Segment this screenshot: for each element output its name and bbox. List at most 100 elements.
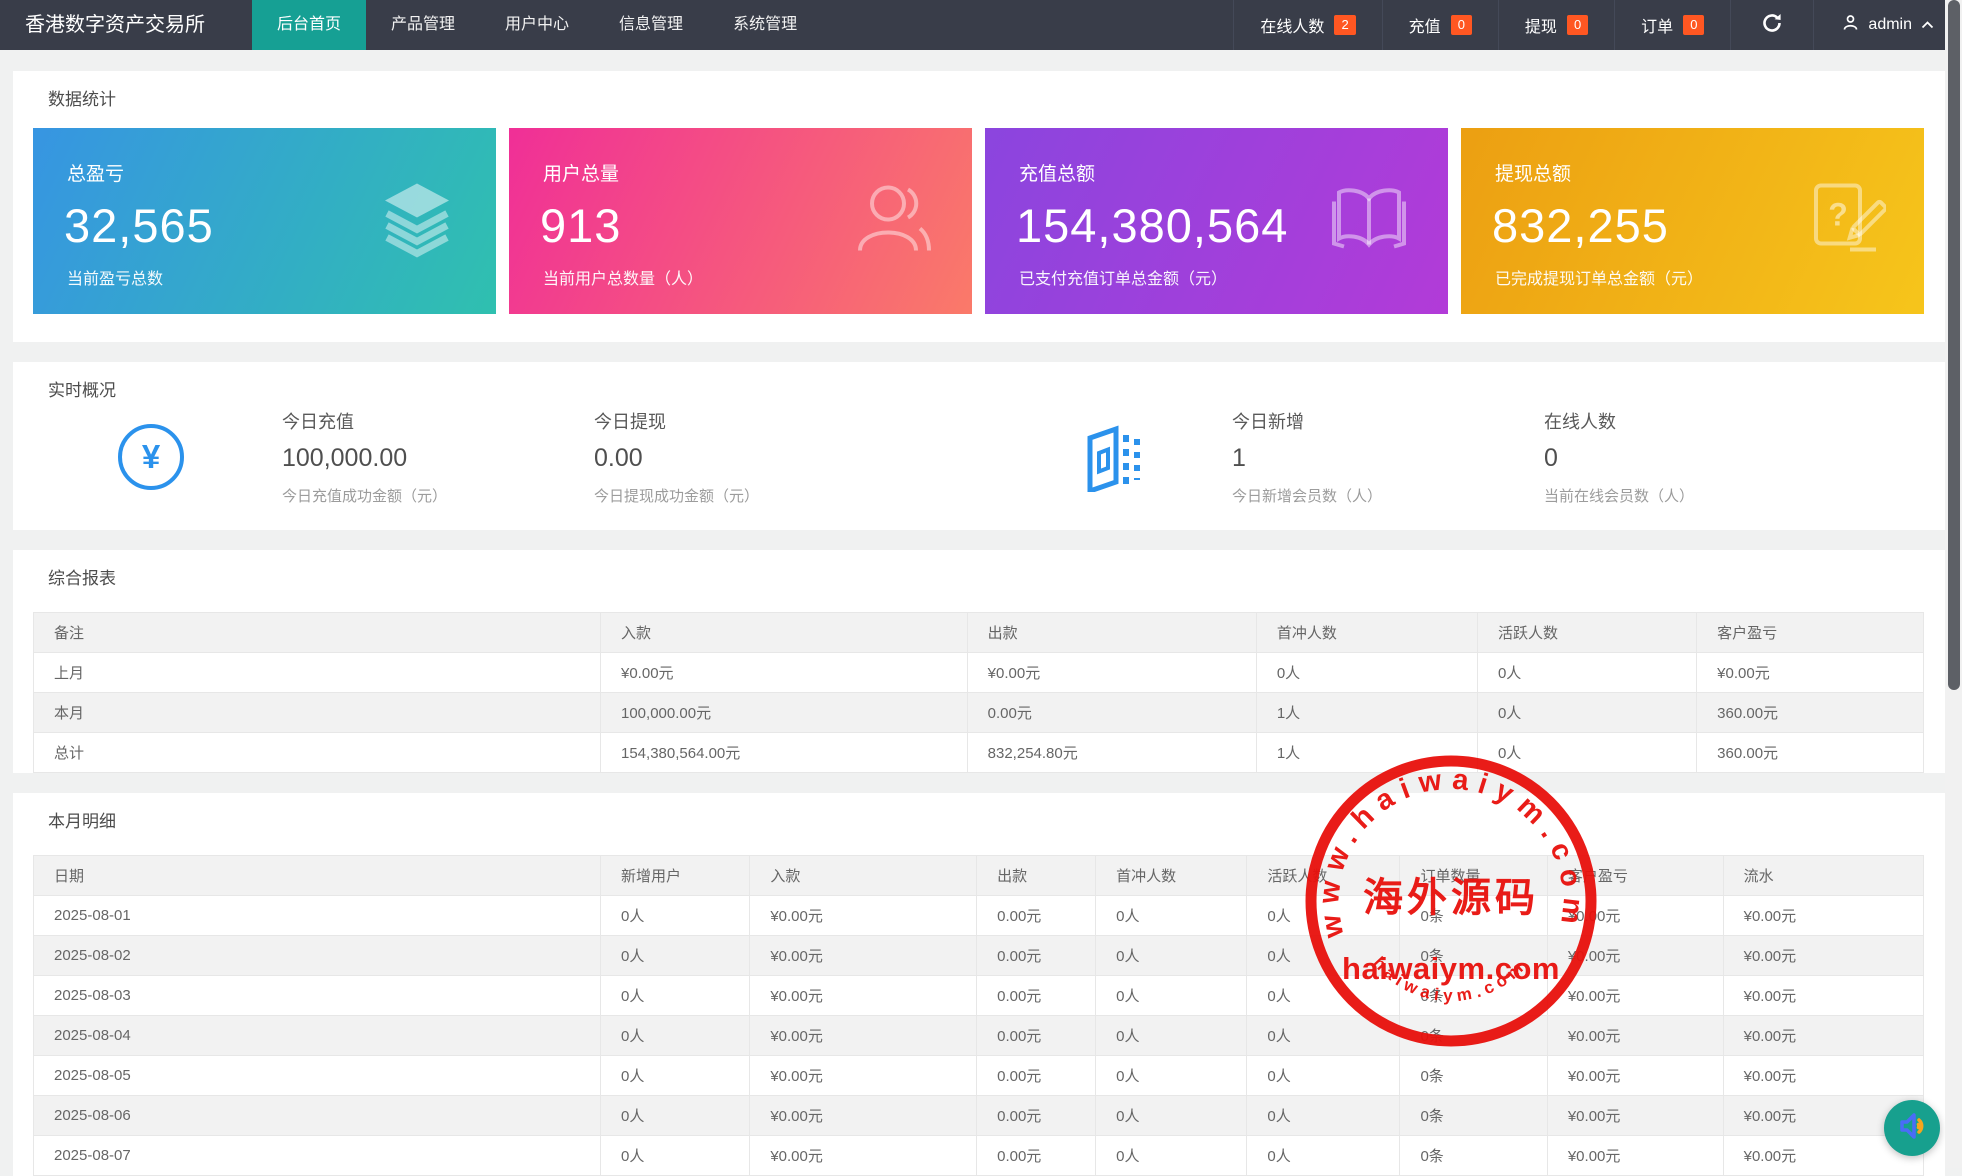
stat-card-value: 913 [540, 198, 621, 253]
table-row: 2025-08-050人¥0.00元0.00元0人0人0条¥0.00元¥0.00… [34, 1056, 1924, 1096]
table-cell: 360.00元 [1697, 733, 1924, 773]
table-cell: 0人 [1096, 976, 1247, 1016]
nav-tab-home[interactable]: 后台首页 [252, 0, 366, 50]
table-cell: 2025-08-01 [34, 896, 601, 936]
table-cell: ¥0.00元 [1723, 896, 1923, 936]
table-cell: ¥0.00元 [1547, 1096, 1723, 1136]
refresh-button[interactable] [1730, 0, 1813, 50]
table-cell: 0人 [1477, 693, 1696, 733]
table-cell: 0.00元 [977, 1136, 1096, 1176]
nav-status-recharge[interactable]: 充值 0 [1382, 0, 1498, 50]
table-cell: 2025-08-03 [34, 976, 601, 1016]
section-title-stats: 数据统计 [13, 71, 1945, 109]
table-row: 上月¥0.00元¥0.00元0人0人¥0.00元 [34, 653, 1924, 693]
column-header: 流水 [1723, 856, 1923, 896]
stat-card-caption: 当前盈亏总数 [67, 265, 163, 289]
count-badge: 0 [1683, 15, 1704, 35]
table-cell: 0条 [1400, 1016, 1547, 1056]
table-cell: ¥0.00元 [1723, 936, 1923, 976]
table-cell: ¥0.00元 [750, 976, 977, 1016]
realtime-stat-caption: 今日提现成功金额（元） [594, 485, 906, 506]
building-icon [1082, 422, 1144, 492]
nav-tab-product[interactable]: 产品管理 [366, 0, 480, 50]
realtime-stat-caption: 当前在线会员数（人） [1544, 485, 1856, 506]
stat-card-recharge-total: 充值总额154,380,564已支付充值订单总金额（元） [985, 128, 1448, 314]
app-title: 香港数字资产交易所 [0, 0, 230, 50]
realtime-stat-today-withdraw: 今日提现0.00今日提现成功金额（元） [594, 408, 906, 506]
realtime-content: ¥ 今日充值100,000.00今日充值成功金额（元）今日提现0.00今日提现成… [13, 400, 1945, 530]
table-cell: 0人 [601, 1016, 750, 1056]
stat-card-profit: 总盈亏32,565当前盈亏总数 [33, 128, 496, 314]
table-cell: 0人 [1247, 1136, 1400, 1176]
column-header: 客户盈亏 [1697, 613, 1924, 653]
stat-card-caption: 当前用户总数量（人） [543, 265, 703, 289]
vertical-scrollbar[interactable] [1945, 0, 1962, 1168]
table-cell: 0人 [1247, 1056, 1400, 1096]
stats-panel: 数据统计 总盈亏32,565当前盈亏总数用户总量913当前用户总数量（人）充值总… [13, 71, 1945, 342]
scrollbar-thumb[interactable] [1948, 0, 1960, 690]
table-row: 2025-08-020人¥0.00元0.00元0人0人0条¥0.00元¥0.00… [34, 936, 1924, 976]
table-cell: 154,380,564.00元 [601, 733, 968, 773]
realtime-stat-value: 100,000.00 [282, 444, 594, 473]
table-row: 2025-08-030人¥0.00元0.00元0人0人0条¥0.00元¥0.00… [34, 976, 1924, 1016]
table-cell: ¥0.00元 [1547, 896, 1723, 936]
table-cell: 本月 [34, 693, 601, 733]
realtime-stat-label: 今日充值 [282, 408, 594, 434]
table-cell: 2025-08-06 [34, 1096, 601, 1136]
nav-status-label: 提现 [1525, 13, 1557, 37]
navbar-right: 在线人数2 充值 0 提现0 订单 0 admin [1233, 0, 1962, 50]
nav-tab-system[interactable]: 系统管理 [708, 0, 822, 50]
nav-status-label: 充值 [1409, 13, 1441, 37]
table-cell: 0.00元 [977, 896, 1096, 936]
table-cell: 0人 [1247, 1096, 1400, 1136]
table-row: 2025-08-060人¥0.00元0.00元0人0人0条¥0.00元¥0.00… [34, 1096, 1924, 1136]
chevron-up-icon [1921, 16, 1934, 34]
table-cell: 0.00元 [967, 693, 1256, 733]
column-header: 客户盈亏 [1547, 856, 1723, 896]
table-cell: 0人 [1477, 733, 1696, 773]
table-cell: 0人 [601, 1056, 750, 1096]
realtime-stat-value: 1 [1232, 444, 1544, 473]
table-cell: 1人 [1256, 693, 1477, 733]
month-detail-table: 日期新增用户入款出款首冲人数活跃人数订单数量客户盈亏流水2025-08-010人… [33, 855, 1924, 1176]
nav-status-group: 在线人数2 充值 0 提现0 订单 0 [1233, 0, 1730, 50]
yen-circle-icon: ¥ [118, 424, 184, 490]
nav-status-label: 订单 [1641, 13, 1673, 37]
realtime-stat-today-new: 今日新增1今日新增会员数（人） [1232, 408, 1544, 506]
stat-card-value: 32,565 [64, 198, 214, 253]
realtime-stat-caption: 今日新增会员数（人） [1232, 485, 1544, 506]
column-header: 订单数量 [1400, 856, 1547, 896]
table-row: 2025-08-040人¥0.00元0.00元0人0人0条¥0.00元¥0.00… [34, 1016, 1924, 1056]
count-badge: 0 [1451, 15, 1472, 35]
table-cell: 1人 [1256, 733, 1477, 773]
table-cell: ¥0.00元 [1723, 1056, 1923, 1096]
stat-card-value: 832,255 [1492, 198, 1669, 253]
summary-report-panel: 综合报表 备注入款出款首冲人数活跃人数客户盈亏上月¥0.00元¥0.00元0人0… [13, 550, 1945, 773]
audio-notification-button[interactable] [1884, 1100, 1940, 1156]
user-icon [850, 177, 934, 266]
table-cell: 0.00元 [977, 1096, 1096, 1136]
table-cell: 0.00元 [977, 1056, 1096, 1096]
table-cell: 0条 [1400, 1056, 1547, 1096]
table-cell: ¥0.00元 [1547, 1056, 1723, 1096]
column-header: 出款 [967, 613, 1256, 653]
user-icon [1842, 14, 1859, 36]
table-cell: 2025-08-04 [34, 1016, 601, 1056]
table-cell: 上月 [34, 653, 601, 693]
column-header: 首冲人数 [1256, 613, 1477, 653]
section-title-realtime: 实时概况 [13, 362, 1945, 400]
nav-status-withdraw[interactable]: 提现0 [1498, 0, 1614, 50]
table-row: 2025-08-070人¥0.00元0.00元0人0人0条¥0.00元¥0.00… [34, 1136, 1924, 1176]
navbar: 香港数字资产交易所 后台首页产品管理用户中心信息管理系统管理 在线人数2 充值 0 提… [0, 0, 1962, 50]
realtime-stat-label: 今日提现 [594, 408, 906, 434]
table-cell: 360.00元 [1697, 693, 1924, 733]
nav-tab-user[interactable]: 用户中心 [480, 0, 594, 50]
nav-tab-info[interactable]: 信息管理 [594, 0, 708, 50]
table-cell: ¥0.00元 [601, 653, 968, 693]
book-icon [1328, 178, 1410, 265]
realtime-stat-today-recharge: 今日充值100,000.00今日充值成功金额（元） [282, 408, 594, 506]
nav-status-online[interactable]: 在线人数2 [1233, 0, 1381, 50]
nav-status-order[interactable]: 订单 0 [1614, 0, 1730, 50]
user-menu[interactable]: admin [1813, 0, 1962, 50]
realtime-right-stats: 今日新增1今日新增会员数（人）在线人数0当前在线会员数（人） [1144, 408, 1856, 506]
